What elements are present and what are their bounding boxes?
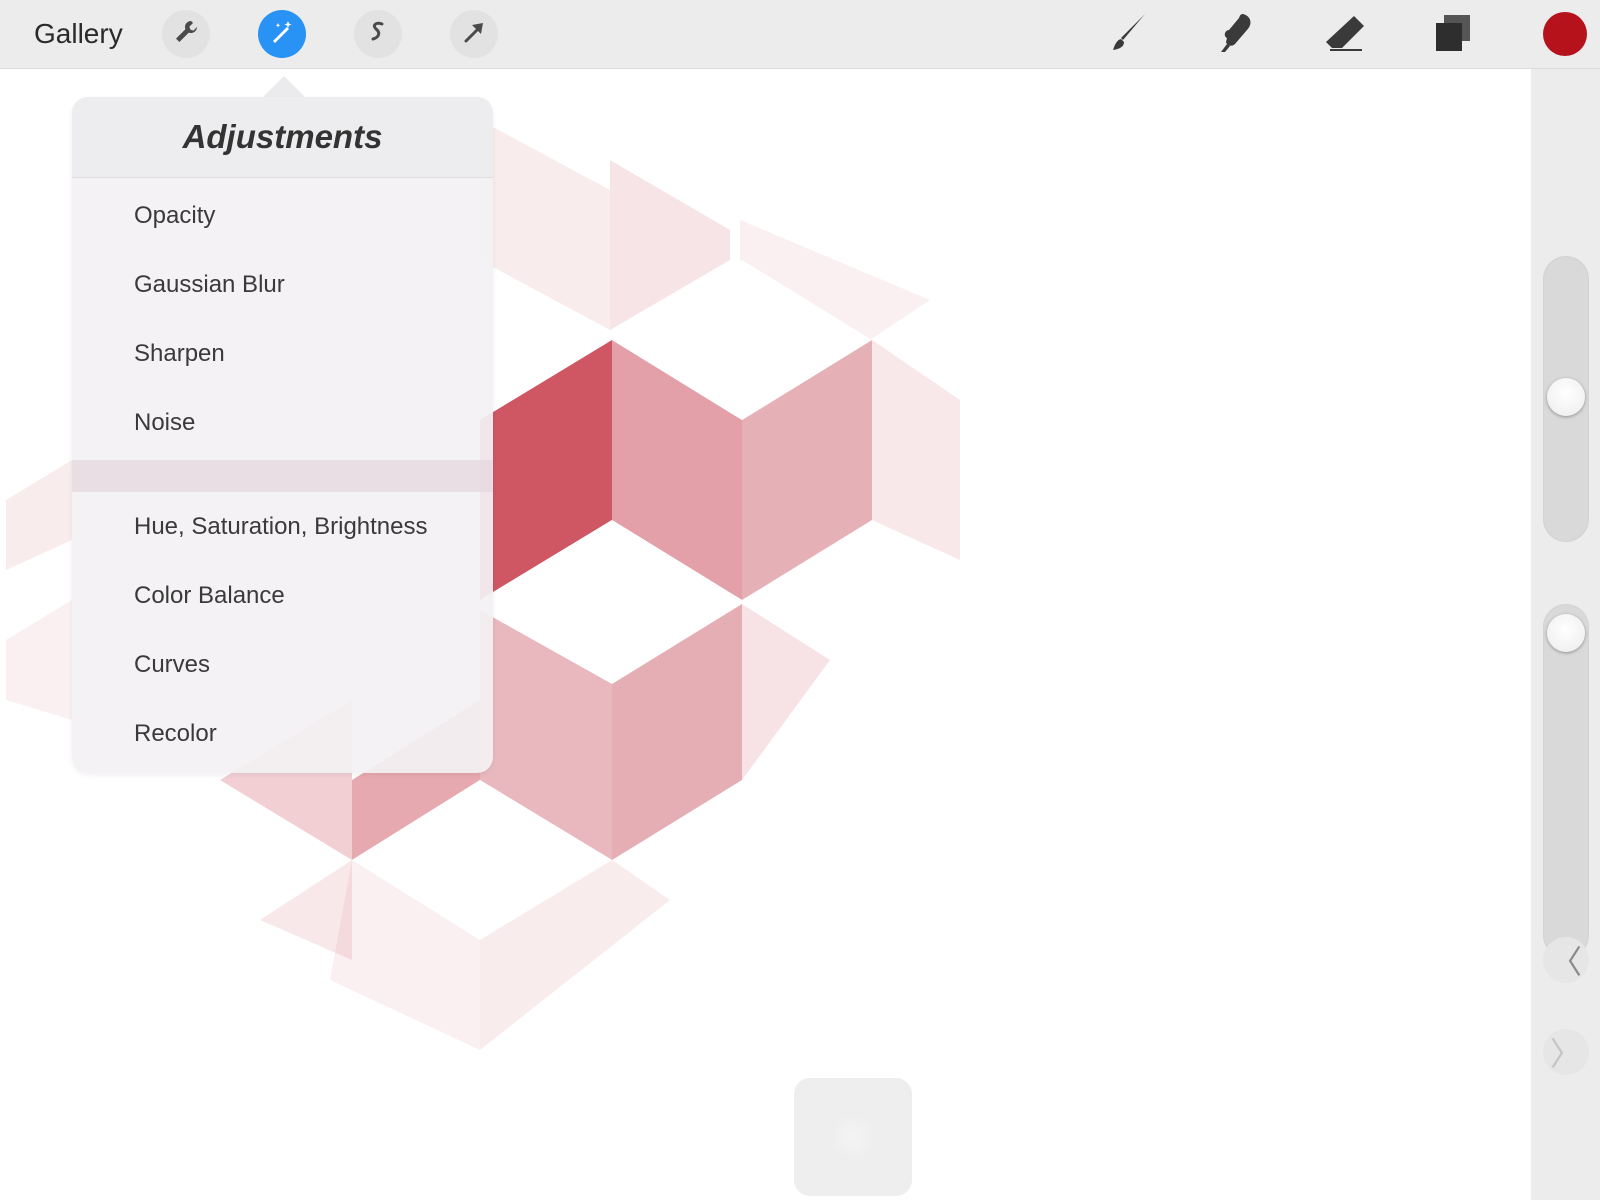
brush-size-thumb[interactable] [1547, 378, 1585, 416]
chevron-left-icon: 〈 [1549, 943, 1582, 981]
menu-divider [72, 460, 493, 492]
layers-icon [1430, 10, 1476, 61]
brush-tool[interactable] [1105, 12, 1151, 58]
smudge-icon [1213, 10, 1259, 61]
popover-title: Adjustments [182, 118, 383, 155]
menu-item-noise[interactable]: Noise [72, 388, 493, 457]
wrench-icon [172, 18, 200, 51]
eraser-tool[interactable] [1322, 12, 1368, 58]
layers-tool[interactable] [1430, 12, 1476, 58]
opacity-thumb[interactable] [1547, 614, 1585, 652]
smudge-tool[interactable] [1213, 12, 1259, 58]
top-toolbar: Gallery [0, 0, 1600, 69]
adjustments-button[interactable] [258, 10, 306, 58]
color-picker-swatch[interactable] [1543, 12, 1587, 56]
transform-button[interactable] [450, 10, 498, 58]
adjustments-popover: Adjustments Opacity Gaussian Blur Sharpe… [72, 97, 493, 773]
menu-item-gaussian-blur[interactable]: Gaussian Blur [72, 250, 493, 319]
arrow-icon [460, 18, 488, 51]
menu-item-curves[interactable]: Curves [72, 630, 493, 699]
menu-item-sharpen[interactable]: Sharpen [72, 319, 493, 388]
adjustments-group-2: Hue, Saturation, Brightness Color Balanc… [72, 492, 493, 768]
selection-button[interactable] [354, 10, 402, 58]
magic-wand-icon [268, 18, 296, 51]
gallery-button[interactable]: Gallery [34, 17, 123, 51]
brush-size-slider[interactable] [1543, 256, 1589, 542]
eraser-icon [1322, 10, 1368, 61]
quick-shape-handle[interactable] [794, 1078, 912, 1196]
brush-icon [1105, 10, 1151, 61]
chevron-right-icon: 〉 [1549, 1035, 1582, 1073]
menu-item-recolor[interactable]: Recolor [72, 699, 493, 768]
redo-button[interactable]: 〉 [1543, 1029, 1589, 1075]
menu-item-opacity[interactable]: Opacity [72, 181, 493, 250]
popover-arrow [262, 76, 306, 98]
menu-item-color-balance[interactable]: Color Balance [72, 561, 493, 630]
menu-item-hue-saturation-brightness[interactable]: Hue, Saturation, Brightness [72, 492, 493, 561]
adjustments-group-1: Opacity Gaussian Blur Sharpen Noise [72, 178, 493, 457]
handle-dot [828, 1112, 878, 1162]
popover-header: Adjustments [72, 97, 493, 178]
actions-button[interactable] [162, 10, 210, 58]
opacity-slider[interactable] [1543, 604, 1589, 958]
undo-button[interactable]: 〈 [1543, 937, 1589, 983]
right-sidebar: 〈 〉 [1531, 68, 1600, 1200]
selection-s-icon [364, 18, 392, 51]
